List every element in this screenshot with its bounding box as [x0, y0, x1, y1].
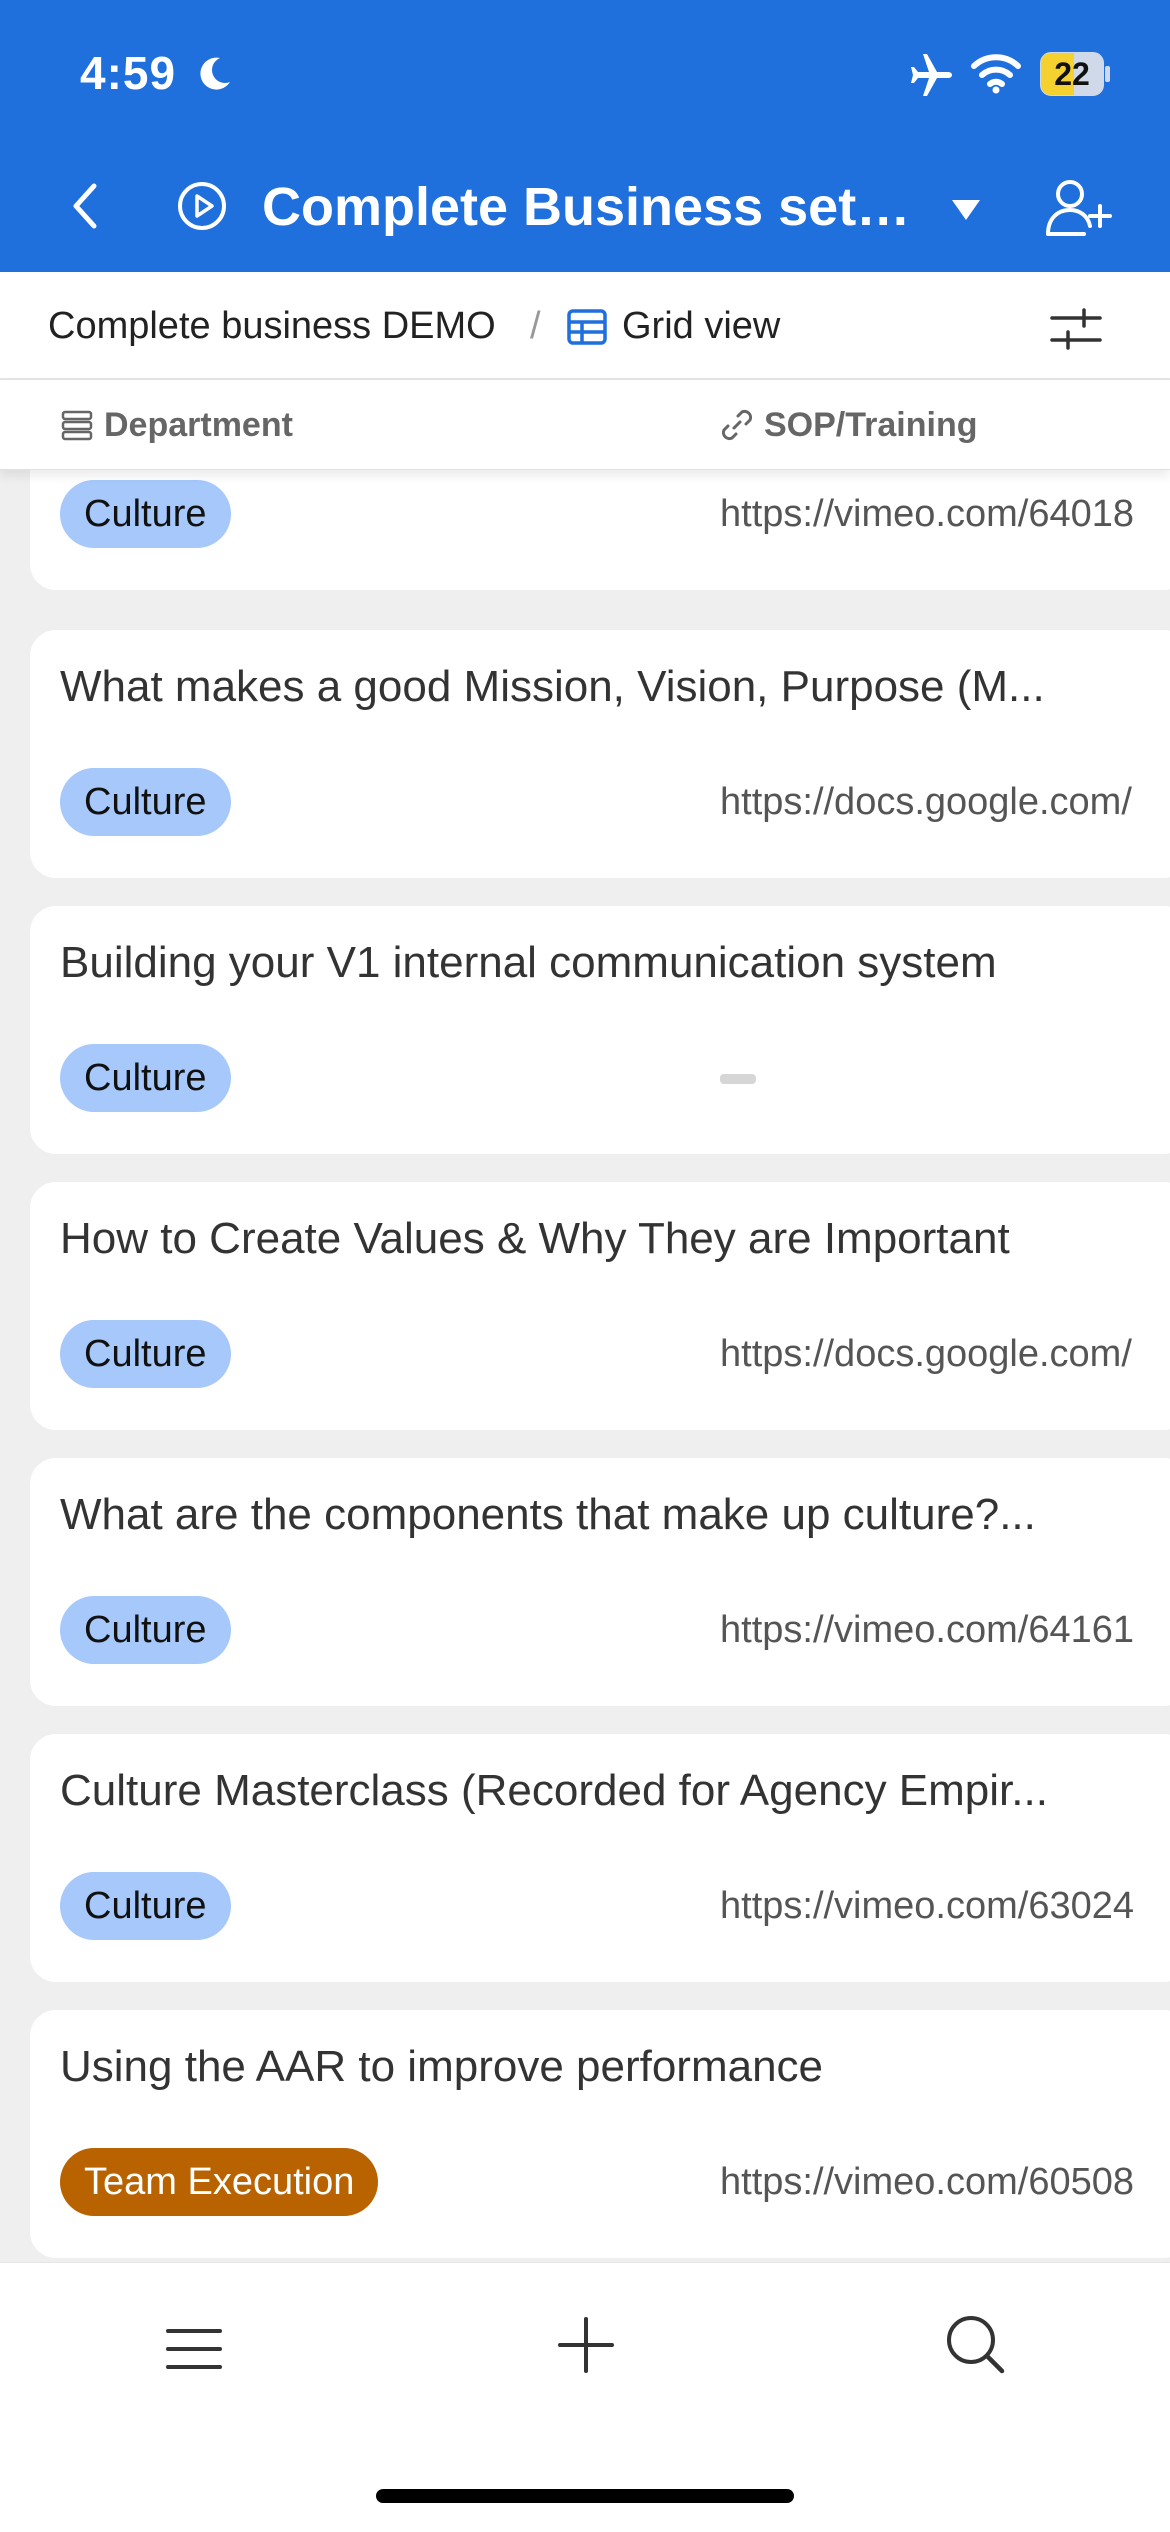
- department-tag: Culture: [60, 1872, 231, 1940]
- record-card[interactable]: Using the AAR to improve performance Tea…: [30, 2010, 1170, 2258]
- record-card[interactable]: How to Create Values & Why They are Impo…: [30, 1182, 1170, 1430]
- app-screen: 4:59 22 Complete Business setu... Comple…: [0, 0, 1170, 2532]
- record-title: What makes a good Mission, Vision, Purpo…: [60, 662, 1045, 711]
- record-title: Culture Masterclass (Recorded for Agency…: [60, 1766, 1048, 1815]
- link-icon: [721, 409, 753, 441]
- caret-down-icon[interactable]: [948, 196, 984, 224]
- grid-view-icon: [567, 309, 607, 345]
- column-department[interactable]: Department: [104, 380, 293, 470]
- empty-value-dash: [720, 1074, 756, 1084]
- sop-link[interactable]: https://docs.google.com/: [720, 1320, 1132, 1388]
- record-card[interactable]: What are the components that make up cul…: [30, 1458, 1170, 1706]
- view-switcher[interactable]: Grid view: [622, 272, 780, 380]
- record-card[interactable]: What makes a good Mission, Vision, Purpo…: [30, 630, 1170, 878]
- sop-link[interactable]: https://vimeo.com/60508: [720, 2148, 1134, 2216]
- column-header-bar: Department SOP/Training: [0, 380, 1170, 470]
- page-title[interactable]: Complete Business setu...: [262, 172, 922, 242]
- search-icon[interactable]: [944, 2313, 1006, 2375]
- sop-link[interactable]: https://docs.google.com/: [720, 768, 1132, 836]
- record-list: Culture https://vimeo.com/64018 What mak…: [0, 470, 1170, 2262]
- filter-sliders-icon[interactable]: [1048, 304, 1104, 354]
- plus-icon[interactable]: [556, 2315, 616, 2375]
- record-card[interactable]: Building your V1 internal communication …: [30, 906, 1170, 1154]
- add-user-icon[interactable]: [1040, 176, 1114, 240]
- status-time: 4:59: [80, 47, 177, 99]
- airplane-icon: [911, 54, 952, 96]
- record-card[interactable]: Culture https://vimeo.com/64018: [30, 470, 1170, 590]
- department-tag: Culture: [60, 768, 231, 836]
- department-tag: Culture: [60, 480, 231, 548]
- wifi-icon: [971, 54, 1021, 94]
- battery-level: 22: [1054, 56, 1090, 92]
- record-title: What are the components that make up cul…: [60, 1490, 1036, 1539]
- menu-icon[interactable]: [164, 2319, 224, 2379]
- department-tag: Culture: [60, 1596, 231, 1664]
- department-tag: Team Execution: [60, 2148, 379, 2216]
- top-bar: 4:59 22 Complete Business setu...: [0, 0, 1170, 272]
- back-icon[interactable]: [60, 176, 110, 236]
- record-card[interactable]: Culture Masterclass (Recorded for Agency…: [30, 1734, 1170, 1982]
- home-indicator: [376, 2489, 794, 2503]
- play-circle-icon: [178, 182, 226, 230]
- single-select-icon: [61, 410, 93, 441]
- department-tag: Culture: [60, 1320, 231, 1388]
- bottom-toolbar: [0, 2262, 1170, 2532]
- column-sop-training[interactable]: SOP/Training: [764, 380, 977, 470]
- breadcrumb-separator: /: [530, 305, 541, 347]
- record-title: How to Create Values & Why They are Impo…: [60, 1214, 1010, 1263]
- sop-link[interactable]: https://vimeo.com/64161: [720, 1596, 1134, 1664]
- sop-link[interactable]: https://vimeo.com/64018: [720, 480, 1134, 548]
- record-title: Building your V1 internal communication …: [60, 938, 997, 987]
- sop-link[interactable]: https://vimeo.com/63024: [720, 1872, 1134, 1940]
- moon-icon: [200, 57, 230, 90]
- record-title: Using the AAR to improve performance: [60, 2042, 824, 2091]
- breadcrumb-base[interactable]: Complete business DEMO: [48, 272, 496, 380]
- department-tag: Culture: [60, 1044, 231, 1112]
